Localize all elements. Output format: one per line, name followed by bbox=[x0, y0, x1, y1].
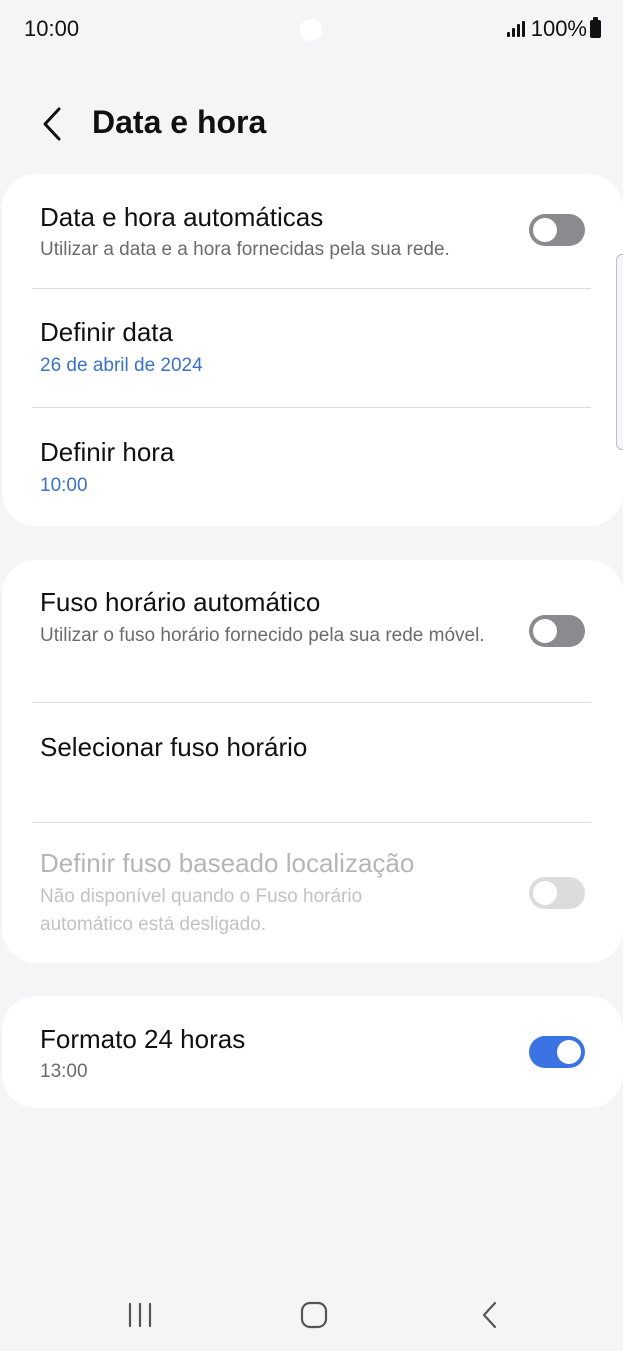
toggle-knob bbox=[533, 619, 557, 643]
timezone-card: Fuso horário automático Utilizar o fuso … bbox=[2, 560, 623, 963]
set-time-row[interactable]: Definir hora 10:00 bbox=[2, 408, 623, 526]
camera-cutout bbox=[300, 19, 322, 41]
datetime-card: Data e hora automáticas Utilizar a data … bbox=[2, 174, 623, 526]
toggle-knob bbox=[557, 1040, 581, 1064]
format-24h-title: Formato 24 horas bbox=[40, 1024, 246, 1054]
status-indicators: 100% bbox=[506, 16, 601, 42]
toggle-knob bbox=[533, 218, 557, 242]
set-date-row[interactable]: Definir data 26 de abril de 2024 bbox=[2, 289, 623, 407]
status-bar: 10:00 100% bbox=[0, 0, 623, 58]
location-timezone-subtitle: Não disponível quando o Fuso horário aut… bbox=[40, 886, 363, 935]
format-24h-toggle[interactable] bbox=[529, 1036, 585, 1068]
location-timezone-row: Definir fuso baseado localização Não dis… bbox=[2, 823, 623, 963]
set-date-title: Definir data bbox=[40, 317, 173, 347]
status-time: 10:00 bbox=[24, 16, 80, 41]
scroll-handle[interactable] bbox=[616, 254, 623, 450]
signal-bars-icon bbox=[506, 21, 525, 37]
chevron-left-icon bbox=[43, 107, 61, 141]
set-time-title: Definir hora bbox=[40, 437, 175, 467]
auto-datetime-toggle[interactable] bbox=[529, 214, 585, 246]
back-button[interactable] bbox=[32, 102, 72, 146]
back-arrow-icon bbox=[482, 1301, 497, 1329]
location-timezone-toggle bbox=[529, 877, 585, 909]
toggle-knob bbox=[533, 881, 557, 905]
set-date-value: 26 de abril de 2024 bbox=[40, 355, 203, 376]
navigation-bar bbox=[0, 1276, 623, 1351]
battery-percent: 100% bbox=[530, 16, 587, 41]
location-timezone-title: Definir fuso baseado localização bbox=[40, 848, 415, 878]
format-card: Formato 24 horas 13:00 bbox=[2, 996, 623, 1108]
home-icon bbox=[300, 1301, 328, 1329]
auto-datetime-row[interactable]: Data e hora automáticas Utilizar a data … bbox=[2, 174, 623, 288]
home-button[interactable] bbox=[284, 1290, 344, 1340]
app-header: Data e hora bbox=[0, 90, 623, 160]
auto-timezone-row[interactable]: Fuso horário automático Utilizar o fuso … bbox=[2, 560, 623, 702]
set-time-value: 10:00 bbox=[40, 475, 88, 496]
recent-apps-button[interactable] bbox=[110, 1290, 170, 1340]
auto-timezone-title: Fuso horário automático bbox=[40, 587, 321, 617]
auto-timezone-toggle[interactable] bbox=[529, 615, 585, 647]
select-timezone-row[interactable]: Selecionar fuso horário bbox=[2, 703, 623, 822]
auto-datetime-title: Data e hora automáticas bbox=[40, 202, 324, 232]
nav-back-button[interactable] bbox=[460, 1290, 520, 1340]
format-24h-row[interactable]: Formato 24 horas 13:00 bbox=[2, 996, 623, 1108]
page-title: Data e hora bbox=[92, 104, 267, 140]
select-timezone-title: Selecionar fuso horário bbox=[40, 732, 308, 762]
battery-icon bbox=[590, 17, 601, 38]
recent-apps-icon bbox=[128, 1302, 152, 1328]
format-24h-value: 13:00 bbox=[40, 1061, 88, 1082]
auto-timezone-subtitle: Utilizar o fuso horário fornecido pela s… bbox=[40, 625, 485, 646]
auto-datetime-subtitle: Utilizar a data e a hora fornecidas pela… bbox=[40, 239, 450, 260]
